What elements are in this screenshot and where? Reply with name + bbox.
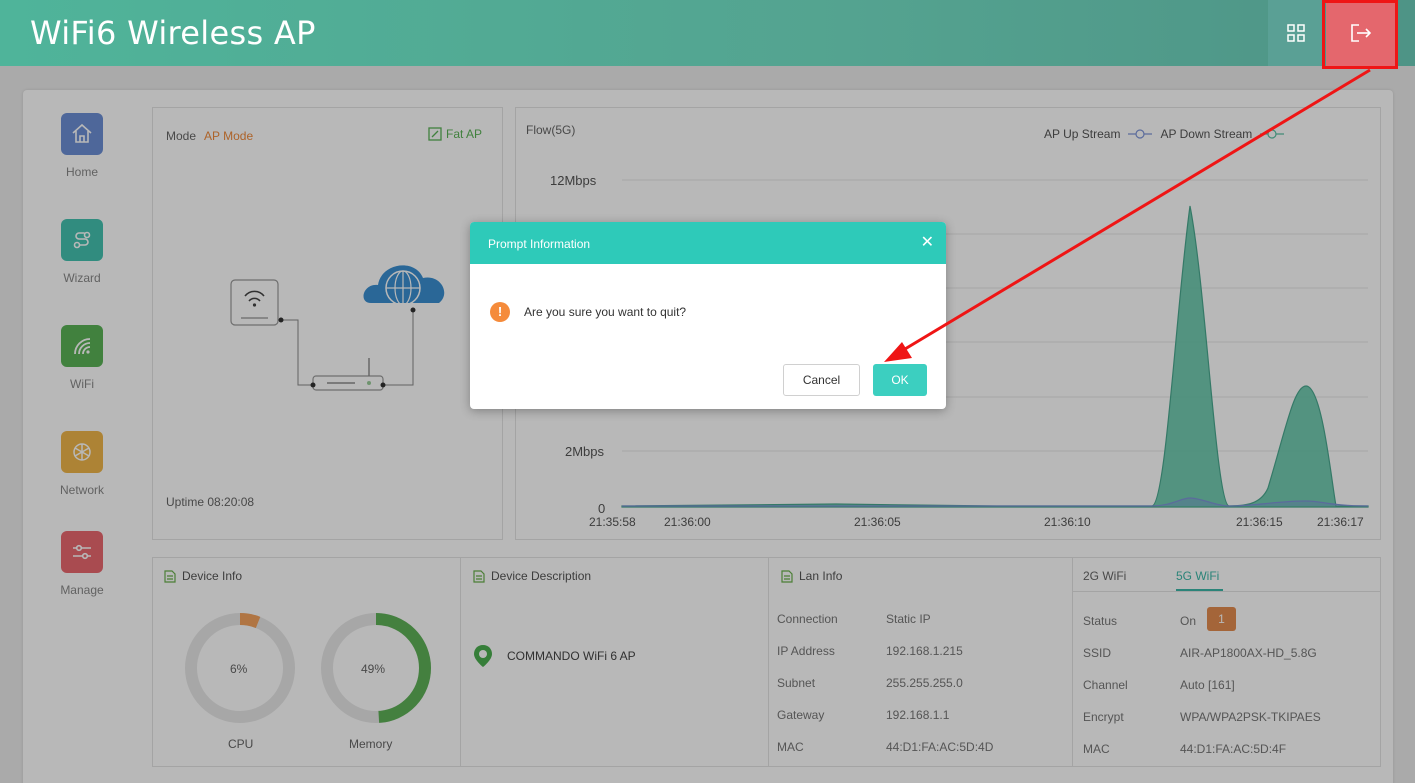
app-title: WiFi6 Wireless AP	[30, 14, 316, 52]
dialog-message: Are you sure you want to quit?	[524, 305, 687, 319]
dialog-header: Prompt Information ✕	[470, 222, 946, 264]
top-header: WiFi6 Wireless AP	[0, 0, 1415, 66]
modal-overlay[interactable]	[0, 66, 1415, 783]
warning-icon: !	[490, 302, 510, 322]
ok-button[interactable]: OK	[873, 364, 927, 396]
dialog-title: Prompt Information	[488, 237, 591, 251]
highlight-box	[1322, 0, 1398, 69]
grid-menu-button[interactable]	[1268, 0, 1324, 66]
grid-icon	[1287, 24, 1305, 42]
cancel-button[interactable]: Cancel	[783, 364, 860, 396]
dialog-message-row: ! Are you sure you want to quit?	[490, 302, 686, 322]
close-icon[interactable]: ✕	[921, 232, 934, 252]
quit-confirm-dialog: Prompt Information ✕ ! Are you sure you …	[470, 222, 946, 409]
